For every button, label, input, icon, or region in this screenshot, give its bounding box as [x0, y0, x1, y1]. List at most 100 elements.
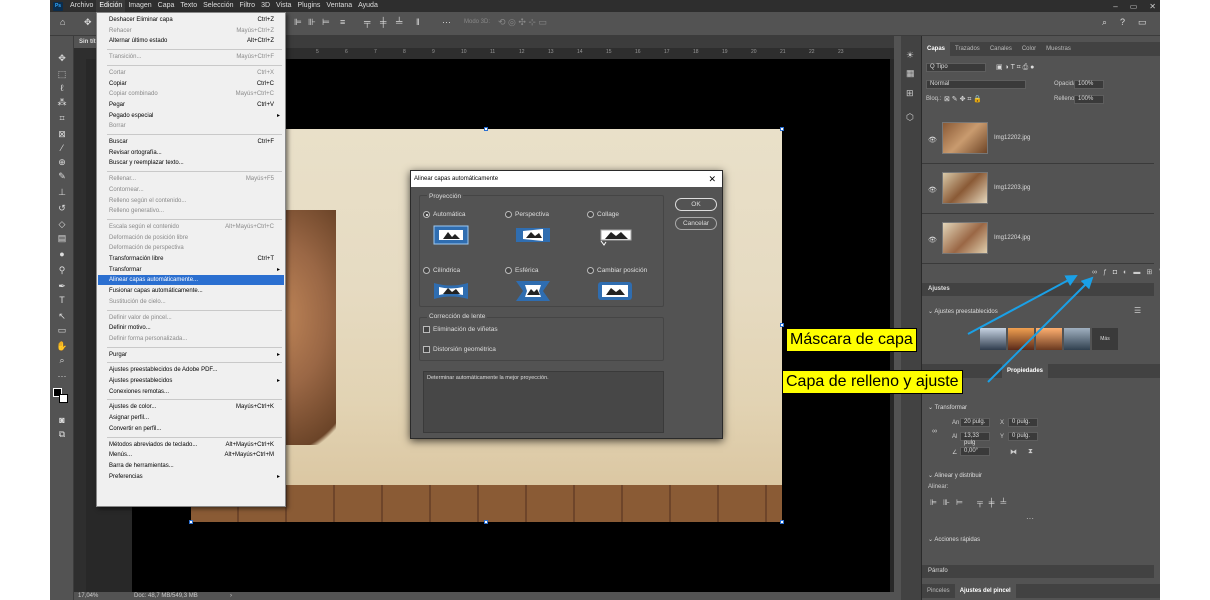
home-icon[interactable]: ⌂	[60, 17, 65, 27]
tab-blank[interactable]	[992, 364, 1002, 378]
align-distribute-section[interactable]: ⌄ Alinear y distribuir	[928, 472, 982, 479]
distribute-icon[interactable]: ≡	[340, 17, 345, 27]
quick-select-icon[interactable]: ⁂	[55, 96, 69, 108]
layer-row[interactable]: 👁 Img12203.jpg	[922, 164, 1154, 214]
healing-brush-icon[interactable]: ⊕	[55, 156, 69, 168]
blur-tool-icon[interactable]: ●	[55, 248, 69, 260]
more-align-icon[interactable]: ···	[1026, 514, 1034, 523]
minimize-button[interactable]: –	[1113, 2, 1117, 11]
edit-menu-item[interactable]: Purgar ▸	[98, 350, 284, 360]
close-window-button[interactable]: ✕	[1149, 2, 1156, 11]
edit-menu-item[interactable]: Pegar Ctrl+V	[98, 100, 284, 110]
parrafo-header[interactable]: Párrafo	[922, 565, 1154, 578]
delete-layer-icon[interactable]: 🗑	[1158, 269, 1160, 276]
edit-menu-item[interactable]: Transformar ▸	[98, 265, 284, 275]
workspace-icon[interactable]: ▭	[1138, 17, 1147, 28]
marquee-tool-icon[interactable]: ⬚	[55, 68, 69, 80]
visibility-eye-icon[interactable]: 👁	[928, 236, 937, 244]
layer-name[interactable]: Img12203.jpg	[994, 185, 1030, 191]
edit-menu-item[interactable]: Menús... Alt+Mayús+Ctrl+M	[98, 450, 284, 460]
visibility-eye-icon[interactable]: 👁	[928, 136, 937, 144]
menu-plugins[interactable]: Plugins	[294, 0, 323, 12]
radio-cilindrica[interactable]: Cilíndrica	[423, 267, 460, 274]
align-buttons[interactable]: ⊫⊪⊨ ╤╪╧	[930, 498, 1012, 507]
align-center-icon[interactable]: ⊪	[308, 17, 316, 28]
tab-pinceles[interactable]: Pinceles	[922, 584, 955, 598]
zoom-level[interactable]: 17,04%	[78, 592, 98, 600]
edit-menu-item[interactable]: Asignar perfil...	[98, 413, 284, 423]
menu-texto[interactable]: Texto	[177, 0, 200, 12]
layer-row[interactable]: 👁 Img12204.jpg	[922, 214, 1154, 264]
radio-esferica[interactable]: Esférica	[505, 267, 538, 274]
rectangle-tool-icon[interactable]: ▭	[55, 324, 69, 336]
layer-filter-select[interactable]: Q Tipo	[926, 63, 986, 72]
edit-menu-item[interactable]: Ajustes de color... Mayús+Ctrl+K	[98, 402, 284, 412]
dodge-tool-icon[interactable]: ⚲	[55, 264, 69, 276]
frame-tool-icon[interactable]: ⊠	[55, 128, 69, 140]
blend-mode-select[interactable]: Normal	[926, 80, 1026, 89]
tab-muestras[interactable]: Muestras	[1041, 42, 1076, 56]
menu-filtro[interactable]: Filtro	[237, 0, 259, 12]
menu-ayuda[interactable]: Ayuda	[355, 0, 381, 12]
layer-name[interactable]: Img12202.jpg	[994, 135, 1030, 141]
layer-row[interactable]: 👁 Img12202.jpg	[922, 114, 1154, 164]
move-tool-icon[interactable]: ✥	[84, 17, 92, 28]
edit-menu-item[interactable]: Pegado especial ▸	[98, 111, 284, 121]
3d-orbit-icon[interactable]: ⟲ ◎ ✣ ⊹ ▭	[498, 17, 547, 28]
brush-tool-icon[interactable]: ✎	[55, 170, 69, 182]
edit-menu-item[interactable]: Transformación libre Ctrl+T	[98, 254, 284, 264]
cancel-button[interactable]: Cancelar	[675, 217, 717, 230]
edit-menu-item[interactable]: Definir motivo...	[98, 323, 284, 333]
path-select-icon[interactable]: ↖	[55, 310, 69, 322]
adjustment-layer-icon[interactable]: ◐	[1123, 269, 1133, 276]
vignette-checkbox[interactable]: Eliminación de viñetas	[423, 326, 498, 333]
radio-collage[interactable]: Collage	[587, 211, 619, 218]
screen-mode-icon[interactable]: ⧉	[55, 428, 69, 440]
tab-ajustes-pincel[interactable]: Ajustes del pincel	[954, 584, 1016, 598]
edit-menu-item[interactable]: Fusionar capas automáticamente...	[98, 286, 284, 296]
color-wheel-icon[interactable]: ☀	[906, 50, 914, 61]
lock-icons[interactable]: ⊠ ✎ ✥ ⌗ 🔒	[944, 95, 982, 104]
edit-menu-item[interactable]: Preferencias ▸	[98, 472, 284, 482]
menu-archivo[interactable]: Archivo	[67, 0, 96, 12]
more-options-icon[interactable]: ···	[442, 17, 451, 27]
group-icon[interactable]: ▬	[1133, 269, 1146, 276]
align-left-icon[interactable]: ⊫	[294, 17, 302, 28]
quick-actions-section[interactable]: ⌄ Acciones rápidas	[928, 536, 980, 543]
restore-button[interactable]: ▭	[1130, 2, 1138, 11]
transform-section[interactable]: ⌄ Transformar	[928, 404, 967, 411]
tab-capas[interactable]: Capas	[922, 42, 951, 56]
link-proportions-icon[interactable]: ∞	[932, 428, 937, 435]
edit-menu-item[interactable]: Ajustes preestablecidos de Adobe PDF...	[98, 365, 284, 375]
properties-icon[interactable]: ⊞	[906, 88, 914, 99]
layer-filter-icons[interactable]: ▣ ◑ T ⌗ ⎙ ●	[996, 63, 1034, 72]
fx-icon[interactable]: ƒ	[1103, 269, 1113, 276]
flip-horizontal-icon[interactable]: ⧓	[1010, 448, 1017, 456]
transform-handle-mr[interactable]	[780, 323, 784, 327]
preset-thumb[interactable]	[1064, 328, 1090, 350]
align-middle-icon[interactable]: ╪	[380, 17, 386, 27]
align-top-icon[interactable]: ╤	[364, 17, 370, 27]
gradient-icon[interactable]: ▤	[55, 232, 69, 244]
align-bottom-icon[interactable]: ╧	[396, 17, 402, 27]
tab-color[interactable]: Color	[1017, 42, 1041, 56]
edit-menu-item[interactable]: Copiar Ctrl+C	[98, 79, 284, 89]
transform-handle-bc[interactable]	[484, 520, 488, 524]
type-tool-icon[interactable]: T	[55, 294, 69, 306]
add-mask-icon[interactable]: ◘	[1113, 269, 1123, 276]
menu-vista[interactable]: Vista	[273, 0, 294, 12]
transform-handle-bl[interactable]	[189, 520, 193, 524]
menu-capa[interactable]: Capa	[155, 0, 178, 12]
pen-tool-icon[interactable]: ✒	[55, 280, 69, 292]
edit-menu-item[interactable]: Alinear capas automáticamente...	[98, 275, 284, 286]
transform-handle-tc[interactable]	[484, 127, 488, 131]
preset-thumb[interactable]	[1008, 328, 1034, 350]
swatches-icon[interactable]: ▦	[906, 68, 915, 79]
distortion-checkbox[interactable]: Distorsión geométrica	[423, 346, 496, 353]
edit-menu-item[interactable]: Buscar Ctrl+F	[98, 137, 284, 147]
edit-menu-item[interactable]: Deshacer Eliminar capa Ctrl+Z	[98, 15, 284, 25]
preset-thumb[interactable]	[980, 328, 1006, 350]
more-presets-button[interactable]: Más	[1092, 328, 1118, 350]
edit-menu-item[interactable]: Ajustes preestablecidos ▸	[98, 376, 284, 386]
crop-tool-icon[interactable]: ⌗	[55, 112, 69, 124]
